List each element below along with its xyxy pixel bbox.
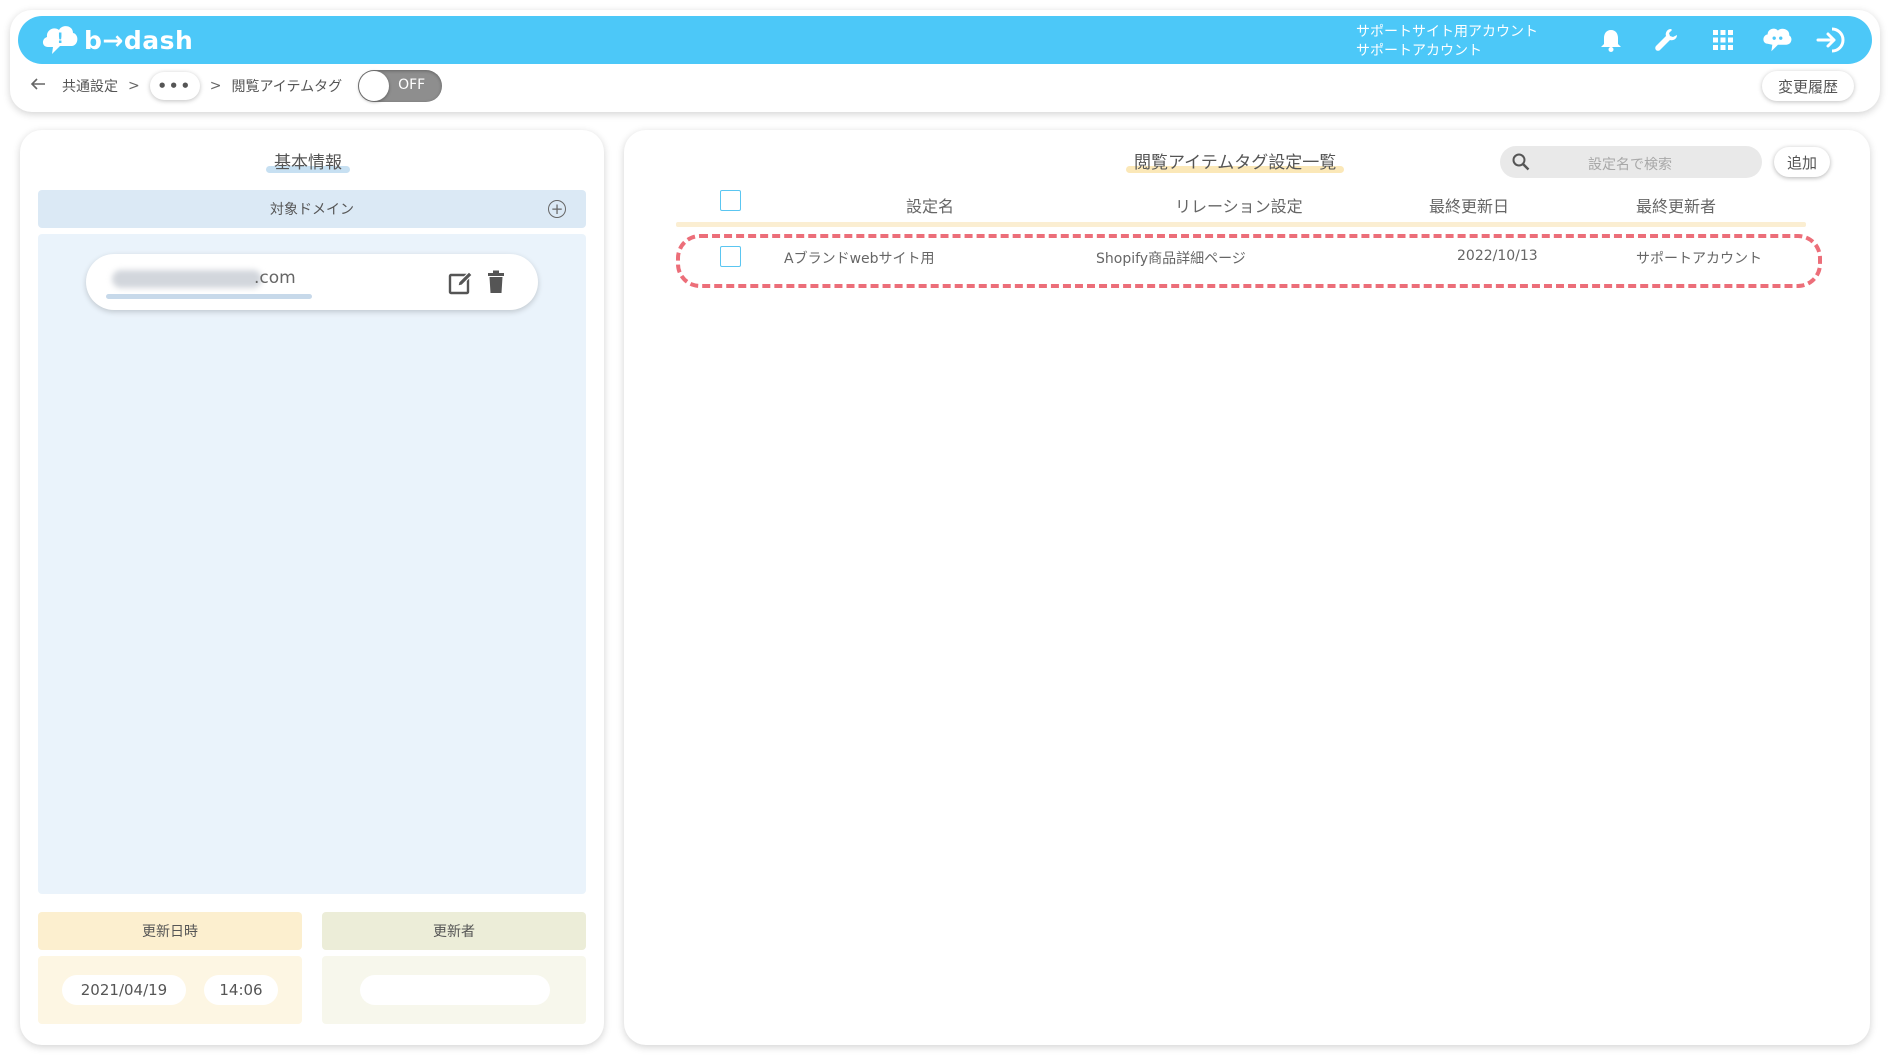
search-input[interactable]: 設定名で検索 xyxy=(1500,146,1762,178)
enable-toggle[interactable]: OFF xyxy=(358,70,443,102)
toggle-knob xyxy=(359,71,390,101)
domain-underline xyxy=(106,294,312,299)
basic-info-panel: 基本情報 対象ドメイン + .com 更新日時 更新者 2021/04/19 1… xyxy=(20,130,604,1045)
column-header-name[interactable]: 設定名 xyxy=(906,193,954,217)
target-domain-header: 対象ドメイン + xyxy=(38,190,586,228)
svg-text:!: ! xyxy=(57,31,63,47)
column-header-relation[interactable]: リレーション設定 xyxy=(1175,193,1303,217)
logout-icon[interactable] xyxy=(1816,25,1846,55)
column-header-updater[interactable]: 最終更新者 xyxy=(1636,193,1716,217)
domain-item[interactable]: .com xyxy=(86,254,538,310)
wrench-icon[interactable] xyxy=(1652,25,1682,55)
add-button[interactable]: 追加 xyxy=(1774,147,1830,177)
tag-settings-panel: 閲覧アイテムタグ設定一覧 設定名で検索 追加 設定名 リレーション設定 最終更新… xyxy=(624,130,1870,1045)
updater-header: 更新者 xyxy=(322,912,586,950)
grid-icon[interactable] xyxy=(1708,25,1738,55)
tag-settings-title: 閲覧アイテムタグ設定一覧 xyxy=(1126,148,1345,173)
updated-time: 14:06 xyxy=(204,975,278,1005)
logo-text: b→dash xyxy=(84,25,194,55)
header-divider xyxy=(676,222,1806,227)
basic-info-title: 基本情報 xyxy=(266,148,350,173)
account-org: サポートサイト用アカウント xyxy=(1356,24,1538,40)
domain-suffix: .com xyxy=(254,268,296,288)
logo[interactable]: ! b→dash xyxy=(40,22,193,58)
breadcrumb-separator: > xyxy=(128,78,140,94)
toggle-label: OFF xyxy=(398,77,426,93)
arrow-left-icon[interactable] xyxy=(30,77,50,95)
select-all-checkbox[interactable] xyxy=(720,190,741,211)
target-domain-label: 対象ドメイン xyxy=(270,202,354,218)
updated-at-header: 更新日時 xyxy=(38,912,302,950)
updated-date: 2021/04/19 xyxy=(62,975,186,1005)
column-header-updated[interactable]: 最終更新日 xyxy=(1429,193,1509,217)
updater-value xyxy=(360,975,550,1005)
updated-at-body: 2021/04/19 14:06 xyxy=(38,956,302,1024)
trash-icon[interactable] xyxy=(486,270,506,294)
add-domain-icon[interactable]: + xyxy=(548,200,566,218)
top-shell: ! b→dash サポートサイト用アカウント サポートアカウント 共通設定 > … xyxy=(10,10,1880,112)
domain-list: .com xyxy=(38,234,586,894)
breadcrumb: 共通設定 > ••• > 閲覧アイテムタグ OFF xyxy=(30,68,443,104)
account-info[interactable]: サポートサイト用アカウント サポートアカウント xyxy=(1356,23,1538,61)
logo-cloud-icon: ! xyxy=(40,23,80,57)
search-placeholder: 設定名で検索 xyxy=(1588,157,1672,173)
breadcrumb-current: 閲覧アイテムタグ xyxy=(231,79,343,95)
updater-body xyxy=(322,956,586,1024)
bell-icon[interactable] xyxy=(1596,25,1626,55)
change-history-button[interactable]: 変更履歴 xyxy=(1762,71,1854,101)
edit-icon[interactable] xyxy=(448,270,473,295)
highlight-annotation xyxy=(676,234,1822,288)
search-icon xyxy=(1512,153,1530,175)
breadcrumb-ellipsis-button[interactable]: ••• xyxy=(149,72,200,100)
breadcrumb-item-common-settings[interactable]: 共通設定 xyxy=(62,76,118,96)
breadcrumb-separator: > xyxy=(209,78,222,94)
chat-icon[interactable] xyxy=(1762,25,1792,55)
domain-redacted xyxy=(112,270,262,288)
account-user: サポートアカウント xyxy=(1356,43,1482,59)
header-bar: ! b→dash サポートサイト用アカウント サポートアカウント xyxy=(18,16,1872,64)
